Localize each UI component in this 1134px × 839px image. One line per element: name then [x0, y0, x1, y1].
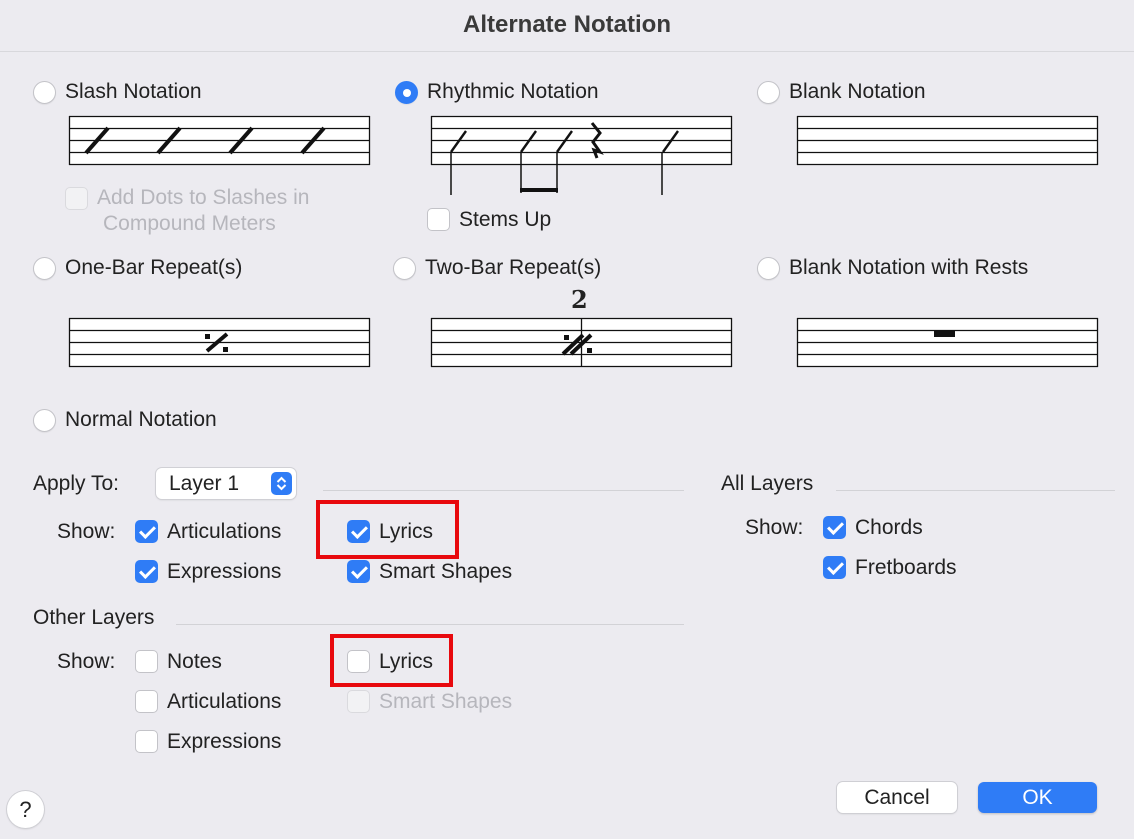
- apply-lyrics-label: Lyrics: [379, 520, 434, 543]
- add-dots-label: Add Dots to Slashes in: [97, 186, 310, 209]
- layer-select-value: Layer 1: [169, 472, 240, 495]
- apply-lyrics-checkbox[interactable]: [347, 520, 370, 543]
- slash-notation-preview: [68, 115, 371, 166]
- apply-to-separator: [323, 490, 684, 491]
- ok-button[interactable]: OK: [978, 782, 1097, 813]
- other-notes-label: Notes: [167, 650, 222, 673]
- other-layers-separator: [176, 624, 684, 625]
- two-bar-repeat-preview: [430, 317, 733, 368]
- help-button[interactable]: ?: [7, 791, 44, 828]
- blank-with-rests-label: Blank Notation with Rests: [789, 256, 1029, 279]
- stems-up-label: Stems Up: [459, 208, 552, 231]
- other-expressions-checkbox[interactable]: [135, 730, 158, 753]
- other-lyrics-label: Lyrics: [379, 650, 434, 673]
- rhythmic-notation-radio[interactable]: [395, 81, 418, 104]
- two-bar-number: 2: [571, 285, 588, 314]
- apply-to-label: Apply To:: [33, 472, 119, 495]
- all-layers-separator: [836, 490, 1115, 491]
- other-smart-shapes-label: Smart Shapes: [379, 690, 513, 713]
- dialog-title: Alternate Notation: [0, 0, 1134, 52]
- add-dots-checkbox[interactable]: [65, 187, 88, 210]
- normal-notation-label: Normal Notation: [65, 408, 217, 431]
- all-chords-label: Chords: [855, 516, 923, 539]
- other-layers-label: Other Layers: [33, 606, 155, 629]
- other-expressions-label: Expressions: [167, 730, 282, 753]
- one-bar-repeat-label: One-Bar Repeat(s): [65, 256, 243, 279]
- slash-notation-label: Slash Notation: [65, 80, 202, 103]
- blank-notation-preview: [796, 115, 1099, 166]
- other-articulations-checkbox[interactable]: [135, 690, 158, 713]
- blank-notation-radio[interactable]: [757, 81, 780, 104]
- all-chords-checkbox[interactable]: [823, 516, 846, 539]
- other-notes-checkbox[interactable]: [135, 650, 158, 673]
- apply-articulations-label: Articulations: [167, 520, 282, 543]
- one-bar-repeat-radio[interactable]: [33, 257, 56, 280]
- apply-show-label: Show:: [57, 520, 116, 543]
- rhythmic-notation-label: Rhythmic Notation: [427, 80, 599, 103]
- blank-with-rests-preview: [796, 317, 1099, 368]
- normal-notation-radio[interactable]: [33, 409, 56, 432]
- all-layers-label: All Layers: [721, 472, 814, 495]
- apply-expressions-checkbox[interactable]: [135, 560, 158, 583]
- all-fretboards-label: Fretboards: [855, 556, 957, 579]
- blank-notation-label: Blank Notation: [789, 80, 926, 103]
- other-articulations-label: Articulations: [167, 690, 282, 713]
- two-bar-repeat-radio[interactable]: [393, 257, 416, 280]
- other-lyrics-checkbox[interactable]: [347, 650, 370, 673]
- one-bar-repeat-preview: [68, 317, 371, 368]
- all-show-label: Show:: [745, 516, 804, 539]
- apply-smart-shapes-checkbox[interactable]: [347, 560, 370, 583]
- other-smart-shapes-checkbox[interactable]: [347, 690, 370, 713]
- slash-notation-radio[interactable]: [33, 81, 56, 104]
- all-fretboards-checkbox[interactable]: [823, 556, 846, 579]
- select-stepper-icon: [271, 472, 292, 495]
- blank-with-rests-radio[interactable]: [757, 257, 780, 280]
- apply-smart-shapes-label: Smart Shapes: [379, 560, 513, 583]
- stems-up-checkbox[interactable]: [427, 208, 450, 231]
- apply-articulations-checkbox[interactable]: [135, 520, 158, 543]
- add-dots-label-line2: Compound Meters: [103, 212, 276, 235]
- two-bar-repeat-label: Two-Bar Repeat(s): [425, 256, 602, 279]
- layer-select[interactable]: Layer 1: [156, 468, 296, 499]
- other-show-label: Show:: [57, 650, 116, 673]
- rhythmic-notation-preview: [430, 115, 733, 195]
- cancel-button[interactable]: Cancel: [837, 782, 957, 813]
- apply-expressions-label: Expressions: [167, 560, 282, 583]
